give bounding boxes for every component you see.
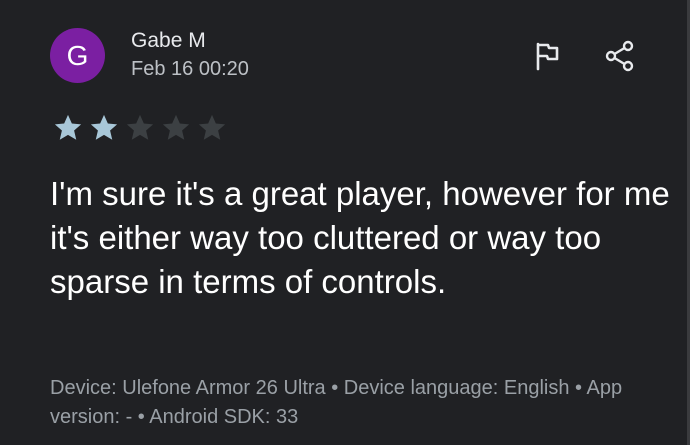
star-empty-icon — [194, 112, 230, 144]
review-text: I'm sure it's a great player, however fo… — [50, 175, 670, 300]
star-rating — [50, 112, 230, 144]
star-filled-icon — [50, 112, 86, 144]
report-button[interactable] — [527, 36, 567, 76]
device-info: Device: Ulefone Armor 26 Ultra • Device … — [50, 377, 623, 428]
flag-icon — [536, 42, 559, 71]
star-filled-icon — [86, 112, 122, 144]
review-date: Feb 16 00:20 — [131, 58, 249, 80]
author-name: Gabe M — [131, 29, 206, 52]
share-icon — [605, 40, 634, 72]
review-card: G Gabe M Feb 16 00:20 I'm sure it's a gr… — [0, 0, 690, 445]
share-button[interactable] — [600, 36, 640, 76]
star-empty-icon — [158, 112, 194, 144]
avatar: G — [50, 28, 105, 83]
star-empty-icon — [122, 112, 158, 144]
